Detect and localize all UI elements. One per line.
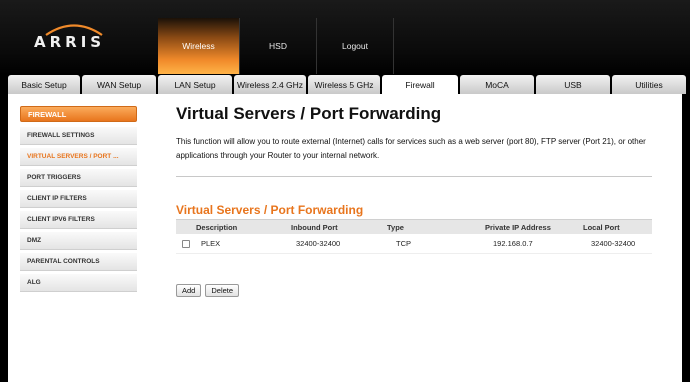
cell-inbound-port: 32400-32400 (296, 239, 341, 248)
sidebar-item-client-ipv6-filters[interactable]: CLIENT IPV6 FILTERS (20, 211, 137, 229)
sidebar-item-parental-controls[interactable]: PARENTAL CONTROLS (20, 253, 137, 271)
arris-logo: ARRIS (34, 22, 114, 52)
sidebar-item-alg[interactable]: ALG (20, 274, 137, 292)
sidebar-item-client-ip-filters[interactable]: CLIENT IP FILTERS (20, 190, 137, 208)
tab-bar: Basic Setup WAN Setup LAN Setup Wireless… (8, 75, 690, 95)
action-buttons: Add Delete (176, 284, 656, 297)
logo-text: ARRIS (34, 33, 106, 51)
tab-usb[interactable]: USB (536, 75, 610, 94)
tab-utilities[interactable]: Utilities (612, 75, 686, 94)
header-bar: ARRIS Wireless HSD Logout (0, 0, 690, 75)
cell-description: PLEX (201, 239, 221, 248)
sidebar-header: FIREWALL (20, 106, 137, 122)
topnav-wireless[interactable]: Wireless (158, 18, 240, 74)
table-header: Description Inbound Port Type Private IP… (176, 219, 652, 234)
column-header-inbound-port: Inbound Port (291, 222, 338, 232)
table-row: PLEX 32400-32400 TCP 192.168.0.7 32400-3… (176, 234, 652, 254)
row-select-cell (176, 239, 196, 248)
tab-lan-setup[interactable]: LAN Setup (158, 75, 232, 94)
sidebar-item-virtual-servers[interactable]: VIRTUAL SERVERS / PORT ... (20, 148, 137, 166)
divider (176, 176, 652, 177)
topnav-hsd[interactable]: HSD (240, 18, 317, 74)
tab-wan-setup[interactable]: WAN Setup (82, 75, 156, 94)
row-checkbox[interactable] (182, 239, 190, 248)
sidebar-item-firewall-settings[interactable]: FIREWALL SETTINGS (20, 127, 137, 145)
column-header-local-port: Local Port (583, 222, 620, 232)
cell-type: TCP (396, 239, 411, 248)
delete-button[interactable]: Delete (205, 284, 240, 297)
tab-basic-setup[interactable]: Basic Setup (8, 75, 80, 94)
sidebar-item-dmz[interactable]: DMZ (20, 232, 137, 250)
column-header-description: Description (196, 222, 238, 232)
tab-wireless-5[interactable]: Wireless 5 GHz (308, 75, 380, 94)
add-button[interactable]: Add (176, 284, 202, 297)
page-title: Virtual Servers / Port Forwarding (176, 104, 442, 123)
top-navigation: Wireless HSD Logout (158, 18, 394, 74)
column-header-type: Type (387, 222, 404, 232)
intro-text: This function will allow you to route ex… (176, 137, 646, 160)
tab-wireless-24[interactable]: Wireless 2.4 GHz (234, 75, 306, 94)
sidebar: FIREWALL FIREWALL SETTINGS VIRTUAL SERVE… (20, 106, 137, 295)
cell-private-ip: 192.168.0.7 (493, 239, 533, 248)
topnav-logout[interactable]: Logout (317, 18, 394, 74)
tab-firewall[interactable]: Firewall (382, 75, 458, 95)
section-title: Virtual Servers / Port Forwarding (176, 203, 364, 217)
port-forwarding-table: Description Inbound Port Type Private IP… (176, 219, 652, 254)
tab-moca[interactable]: MoCA (460, 75, 534, 94)
main-content: Virtual Servers / Port Forwarding This f… (176, 104, 656, 297)
cell-local-port: 32400-32400 (591, 239, 636, 248)
sidebar-item-port-triggers[interactable]: PORT TRIGGERS (20, 169, 137, 187)
content-panel: FIREWALL FIREWALL SETTINGS VIRTUAL SERVE… (8, 94, 682, 382)
column-header-private-ip: Private IP Address (485, 222, 551, 232)
